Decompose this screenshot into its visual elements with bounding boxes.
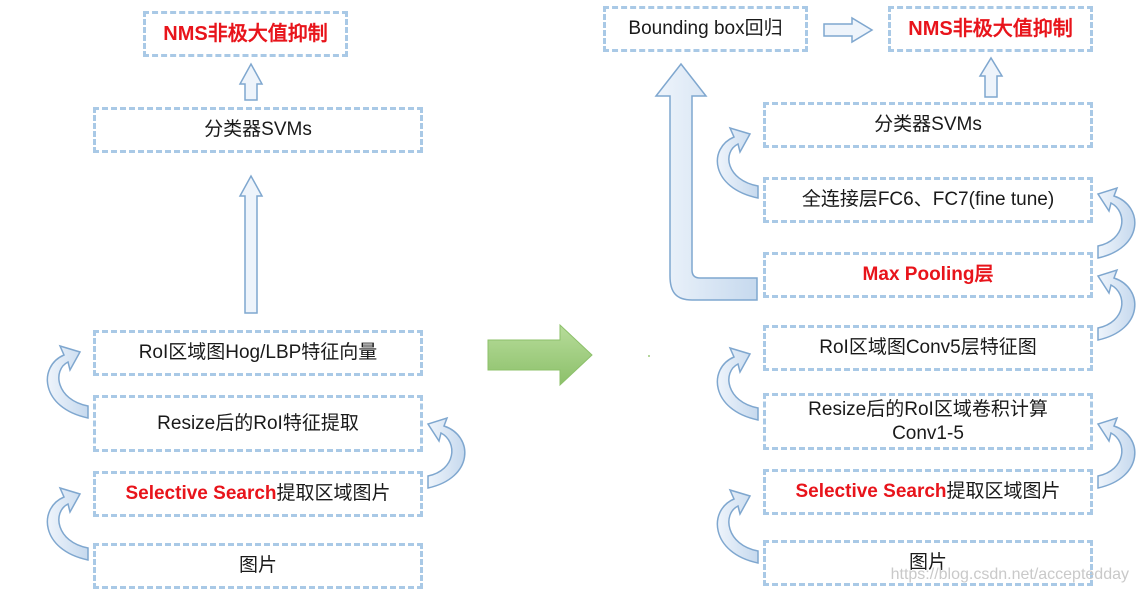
curved-arrow-left-resize-to-features (46, 344, 89, 419)
right-nms-box: NMS非极大值抑制 (888, 6, 1093, 52)
left-selective-label: Selective Search提取区域图片 (125, 482, 390, 506)
left-selective-highlight: Selective Search (125, 483, 277, 505)
watermark: https://blog.csdn.net/acceptedday (890, 566, 1129, 583)
left-svm-box: 分类器SVMs (93, 107, 423, 153)
right-conv5-box: RoI区域图Conv5层特征图 (763, 325, 1093, 371)
left-nms-label: NMS非极大值抑制 (163, 22, 328, 45)
right-selective-highlight: Selective Search (795, 481, 947, 503)
curved-arrow-left-selective-to-resize (426, 416, 466, 489)
left-image-box: 图片 (93, 543, 423, 589)
right-conv5-label: RoI区域图Conv5层特征图 (819, 337, 1037, 359)
curved-arrow-right-resize-to-conv5 (716, 346, 759, 421)
right-selective-label: Selective Search提取区域图片 (795, 480, 1060, 504)
left-selective-box: Selective Search提取区域图片 (93, 471, 423, 517)
right-selective-box: Selective Search提取区域图片 (763, 469, 1093, 515)
up-arrow-left-svm-to-nms (238, 62, 264, 101)
up-arrow-left-features-to-svm (238, 174, 264, 314)
left-resize-label: Resize后的RoI特征提取 (157, 412, 359, 434)
right-fc-label: 全连接层FC6、FC7(fine tune) (801, 189, 1055, 211)
left-features-box: RoI区域图Hog/LBP特征向量 (93, 330, 423, 376)
right-bbox-box: Bounding box回归 (603, 6, 808, 52)
dot-marker (648, 355, 650, 357)
right-resize-line1: Resize后的RoI区域卷积计算 (808, 398, 1048, 420)
curved-arrow-right-selective-to-resize (1096, 416, 1136, 489)
right-bbox-label: Bounding box回归 (628, 18, 783, 40)
right-resize-line2: Conv1-5 (892, 422, 964, 444)
left-svm-label: 分类器SVMs (204, 119, 312, 141)
curved-arrow-right-fc-to-svm (716, 126, 759, 199)
right-svm-box: 分类器SVMs (763, 102, 1093, 148)
right-fc-box: 全连接层FC6、FC7(fine tune) (763, 177, 1093, 223)
right-maxpool-label: Max Pooling层 (862, 264, 994, 286)
curved-arrow-right-conv5-to-maxpool (1096, 268, 1136, 341)
curved-arrow-right-image-to-selective (716, 488, 759, 564)
curved-arrow-right-maxpool-to-fc (1096, 186, 1136, 259)
left-resize-box: Resize后的RoI特征提取 (93, 395, 423, 452)
curved-arrow-left-image-to-selective (46, 486, 89, 561)
left-selective-rest: 提取区域图片 (276, 483, 391, 505)
left-image-label: 图片 (238, 555, 277, 577)
right-arrow-bbox-to-nms (823, 16, 874, 44)
left-nms-box: NMS非极大值抑制 (143, 11, 348, 57)
right-resize-box: Resize后的RoI区域卷积计算 Conv1-5 (763, 393, 1093, 450)
right-nms-label: NMS非极大值抑制 (908, 17, 1073, 40)
right-svm-label: 分类器SVMs (874, 114, 982, 136)
transition-arrow-icon (487, 323, 593, 387)
right-selective-rest: 提取区域图片 (946, 481, 1061, 503)
right-maxpool-box: Max Pooling层 (763, 252, 1093, 298)
up-arrow-right-svm-to-nms (978, 56, 1004, 98)
left-features-label: RoI区域图Hog/LBP特征向量 (138, 342, 378, 364)
